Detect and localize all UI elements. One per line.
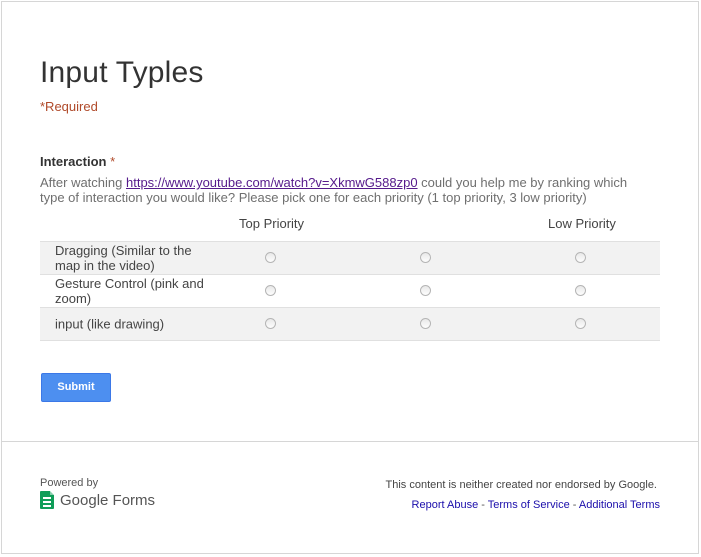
- report-abuse-link[interactable]: Report Abuse: [412, 499, 479, 511]
- grid-row-gesture: Gesture Control (pink and zoom): [40, 274, 660, 307]
- row-label: Dragging (Similar to the map in the vide…: [55, 243, 192, 273]
- row-label: input (like drawing): [55, 316, 165, 332]
- priority-grid: Dragging (Similar to the map in the vide…: [40, 241, 660, 341]
- google-forms-icon: [40, 491, 54, 509]
- footer-divider: [1, 441, 699, 442]
- column-header-top-priority: Top Priority: [239, 216, 305, 231]
- radio-gesture-top[interactable]: [265, 285, 276, 296]
- radio-input-middle[interactable]: [420, 318, 431, 329]
- row-label: Gesture Control (pink and zoom): [55, 276, 204, 306]
- question-title-text: Interaction: [40, 154, 107, 169]
- link-separator: -: [569, 499, 579, 511]
- question-title: Interaction *: [40, 154, 115, 169]
- grid-row-dragging: Dragging (Similar to the map in the vide…: [40, 241, 660, 274]
- submit-button[interactable]: Submit: [41, 373, 111, 402]
- required-star: *: [110, 154, 116, 169]
- grid-row-input: input (like drawing): [40, 307, 660, 341]
- column-header-low-priority: Low Priority: [548, 216, 616, 231]
- terms-of-service-link[interactable]: Terms of Service: [488, 499, 570, 511]
- disclaimer-text: This content is neither created nor endo…: [385, 479, 658, 491]
- radio-dragging-top[interactable]: [265, 252, 276, 263]
- additional-terms-link[interactable]: Additional Terms: [579, 499, 660, 511]
- question-help-text: After watching https://www.youtube.com/w…: [40, 175, 650, 205]
- radio-gesture-middle[interactable]: [420, 285, 431, 296]
- footer-links: Report Abuse - Terms of Service - Additi…: [412, 499, 660, 511]
- youtube-link[interactable]: https://www.youtube.com/watch?v=XkmwG588…: [126, 175, 418, 190]
- help-text-before: After watching: [40, 175, 126, 190]
- powered-by-label: Powered by: [40, 477, 99, 489]
- radio-input-low[interactable]: [575, 318, 586, 329]
- radio-gesture-low[interactable]: [575, 285, 586, 296]
- google-forms-brand: Google Forms: [60, 491, 156, 509]
- radio-dragging-low[interactable]: [575, 252, 586, 263]
- google-forms-logo[interactable]: Google Forms: [40, 491, 155, 509]
- link-separator: -: [478, 499, 488, 511]
- form-title: Input Typles: [40, 56, 204, 89]
- radio-input-top[interactable]: [265, 318, 276, 329]
- required-note: *Required: [40, 99, 98, 114]
- radio-dragging-middle[interactable]: [420, 252, 431, 263]
